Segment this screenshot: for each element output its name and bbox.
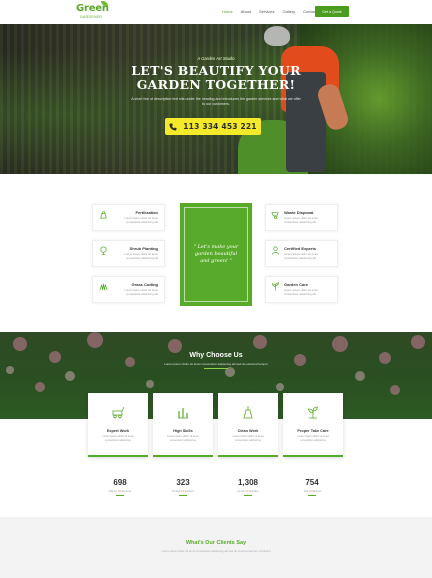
why-choose-us-title: Why Choose Us <box>189 352 243 359</box>
stat-acres-of-garden: 1,308 Acres Of Garden <box>218 478 278 496</box>
service-title: Grass Cutting <box>131 282 158 287</box>
service-title: Certified Experts <box>284 246 317 251</box>
service-description: Lorem ipsum dolor sit amet consectetur a… <box>284 216 318 224</box>
center-quote-frame: " Let's make your garden beautiful and g… <box>184 207 248 302</box>
clean-icon <box>241 405 255 419</box>
feature-card-expert-work[interactable]: Expert Work Lorem ipsum dolor sit amet c… <box>88 393 148 457</box>
stat-value: 323 <box>176 478 190 487</box>
hero-title: LET'S BEAUTIFY YOUR GARDEN TOGETHER! <box>90 64 342 92</box>
shrub-icon <box>99 246 108 255</box>
stat-underline <box>244 495 252 496</box>
feature-description: Lorem ipsum dolor sit amet consectetur a… <box>102 435 134 442</box>
service-card-certified-experts[interactable]: Certified Experts Lorem ipsum dolor sit … <box>265 240 338 267</box>
testimonials-section: What's Our Clients Say Lorem ipsum dolor… <box>0 517 432 578</box>
logo-subtitle: GARDENER <box>80 15 103 19</box>
get-quote-button[interactable]: Get a Quote <box>315 6 349 17</box>
care-icon <box>306 405 320 419</box>
feature-card-high-skills[interactable]: High Skills Lorem ipsum dolor sit amet c… <box>153 393 213 457</box>
feature-title: High Skills <box>173 429 193 433</box>
feature-accent-bar <box>88 455 148 457</box>
feature-accent-bar <box>153 455 213 457</box>
stat-underline <box>308 495 316 496</box>
nav-link-home[interactable]: Home <box>222 9 233 14</box>
plant-icon <box>271 282 280 291</box>
service-card-grass-cutting[interactable]: Grass Cutting Lorem ipsum dolor sit amet… <box>92 276 165 303</box>
why-choose-us-text: Lorem ipsum dolor sit amet consectetur a… <box>164 362 268 366</box>
call-phone-button[interactable]: 113 334 453 221 <box>165 118 261 135</box>
phone-icon <box>169 123 177 131</box>
feature-accent-bar <box>218 455 278 457</box>
stat-underline <box>179 495 187 496</box>
feature-title: Clean Work <box>237 429 259 433</box>
service-title: Shrub Planting <box>129 246 158 251</box>
fertilizer-icon <box>99 210 108 219</box>
flower-background <box>6 332 425 395</box>
service-title: Garden Care <box>284 282 309 287</box>
stat-projects-finished: 323 Projects Finished <box>153 478 213 496</box>
stat-value: 698 <box>113 478 127 487</box>
hero-tagline: A Garden Art Studio <box>197 56 235 61</box>
nav-link-about[interactable]: About <box>241 9 251 14</box>
site-logo[interactable]: Green GARDENER <box>76 1 110 21</box>
feature-description: Lorem ipsum dolor sit amet consectetur a… <box>232 435 264 442</box>
grass-icon <box>99 282 108 291</box>
feature-card-clean-work[interactable]: Clean Work Lorem ipsum dolor sit amet co… <box>218 393 278 457</box>
stat-label: Projects Finished <box>172 489 194 493</box>
service-card-fertilization[interactable]: Fertilization Lorem ipsum dolor sit amet… <box>92 204 165 231</box>
nav-link-services[interactable]: Services <box>259 9 274 14</box>
service-description: Lorem ipsum dolor sit amet consectetur a… <box>124 288 158 296</box>
hero-title-line-2: GARDEN TOGETHER! <box>136 77 296 92</box>
service-card-shrub-planting[interactable]: Shrub Planting Lorem ipsum dolor sit ame… <box>92 240 165 267</box>
stat-happy-customers: 698 Happy Customers <box>90 478 150 496</box>
feature-accent-bar <box>283 455 343 457</box>
feature-title: Proper Take Care <box>297 429 329 433</box>
why-choose-us-section <box>0 332 432 419</box>
stat-label: Trees Planted <box>303 489 321 493</box>
service-card-garden-care[interactable]: Garden Care Lorem ipsum dolor sit amet c… <box>265 276 338 303</box>
testimonials-text: Lorem ipsum dolor sit amet consectetur a… <box>161 549 271 553</box>
expert-icon <box>271 246 280 255</box>
service-description: Lorem ipsum dolor sit amet consectetur a… <box>124 216 158 224</box>
feature-card-proper-take-care[interactable]: Proper Take Care Lorem ipsum dolor sit a… <box>283 393 343 457</box>
gardener-cap <box>264 26 290 46</box>
wheelbarrow-icon <box>271 210 280 219</box>
feature-description: Lorem ipsum dolor sit amet consectetur a… <box>167 435 199 442</box>
center-quote-text: " Let's make your garden beautiful and g… <box>193 244 239 264</box>
stat-trees-planted: 754 Trees Planted <box>282 478 342 496</box>
service-description: Lorem ipsum dolor sit amet consectetur a… <box>284 252 318 260</box>
stat-label: Acres Of Garden <box>237 489 259 493</box>
mower-icon <box>111 405 125 419</box>
top-navbar: Green GARDENER Home About Services Galle… <box>0 0 432 24</box>
service-description: Lorem ipsum dolor sit amet consectetur a… <box>124 252 158 260</box>
feature-title: Expert Work <box>106 429 130 433</box>
service-card-waste-disposal[interactable]: Waste Disposal Lorem ipsum dolor sit ame… <box>265 204 338 231</box>
stat-label: Happy Customers <box>108 489 132 493</box>
skills-icon <box>176 405 190 419</box>
service-title: Fertilization <box>135 210 158 215</box>
stat-underline <box>116 495 124 496</box>
service-title: Waste Disposal <box>284 210 314 215</box>
title-underline <box>204 368 228 369</box>
hero-description: A short line of description text sits un… <box>131 97 301 106</box>
stat-value: 754 <box>305 478 319 487</box>
feature-description: Lorem ipsum dolor sit amet consectetur a… <box>297 435 329 442</box>
main-menu: Home About Services Gallery Contact <box>222 9 317 14</box>
phone-number: 113 334 453 221 <box>183 122 257 131</box>
service-description: Lorem ipsum dolor sit amet consectetur a… <box>284 288 318 296</box>
stat-value: 1,308 <box>237 478 259 487</box>
nav-link-gallery[interactable]: Gallery <box>282 9 295 14</box>
hero-title-line-1: LET'S BEAUTIFY YOUR <box>131 63 301 78</box>
testimonials-title: What's Our Clients Say <box>185 540 247 546</box>
center-quote-box: " Let's make your garden beautiful and g… <box>180 203 252 306</box>
